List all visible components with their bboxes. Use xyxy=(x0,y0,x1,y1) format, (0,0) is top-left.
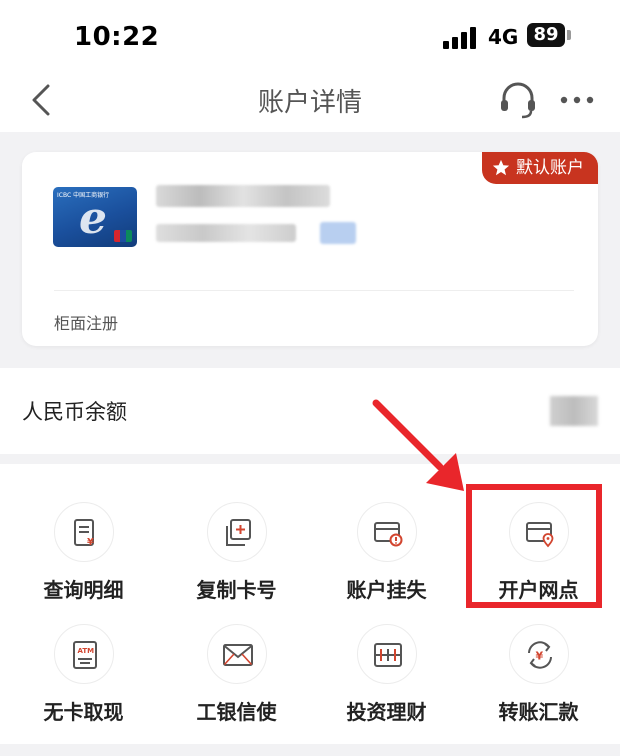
default-account-label: 默认账户 xyxy=(516,158,584,178)
menu-label: 查询明细 xyxy=(43,578,124,602)
menu-item-cardless-withdrawal[interactable]: ATM 无卡取现 xyxy=(6,614,161,734)
svg-text:ATM: ATM xyxy=(77,647,94,655)
svg-text:¥: ¥ xyxy=(535,650,543,663)
investment-icon xyxy=(356,624,417,684)
svg-text:¥: ¥ xyxy=(87,537,94,548)
atm-icon: ATM xyxy=(53,624,114,684)
menu-label: 复制卡号 xyxy=(196,578,277,602)
menu-item-icbc-messenger[interactable]: 工银信使 xyxy=(159,614,314,734)
menu-item-query-detail[interactable]: ¥ 查询明细 xyxy=(6,492,161,612)
unionpay-logo xyxy=(114,230,132,242)
headset-icon[interactable] xyxy=(498,80,538,120)
report-loss-icon xyxy=(356,502,417,562)
masked-card-number xyxy=(156,224,296,242)
status-bar: 10:22 4G 89 xyxy=(0,0,620,70)
signal-icon xyxy=(443,27,476,49)
balance-label: 人民币余额 xyxy=(22,400,127,424)
menu-label: 投资理财 xyxy=(346,700,427,724)
menu-label: 工银信使 xyxy=(196,700,277,724)
messenger-icon xyxy=(206,624,267,684)
menu-item-investment[interactable]: 投资理财 xyxy=(309,614,464,734)
battery-tip xyxy=(567,30,571,40)
bank-card-e-logo: e xyxy=(79,193,107,244)
network-type: 4G xyxy=(488,25,519,49)
nav-bar: 账户详情 xyxy=(0,70,620,132)
transaction-detail-icon: ¥ xyxy=(53,502,114,562)
menu-item-transfer[interactable]: ¥ 转账汇款 xyxy=(461,614,616,734)
default-account-badge: 默认账户 xyxy=(482,152,598,184)
masked-balance-value xyxy=(550,396,598,426)
copy-card-icon xyxy=(206,502,267,562)
battery-level: 89 xyxy=(527,23,565,47)
menu-label: 无卡取现 xyxy=(43,700,124,724)
account-card[interactable]: 默认账户 ICBC 中国工商银行 e 柜面注册 xyxy=(22,152,598,346)
balance-row[interactable]: 人民币余额 xyxy=(0,368,620,454)
transfer-icon: ¥ xyxy=(508,624,569,684)
menu-label: 账户挂失 xyxy=(346,578,427,602)
menu-item-copy-card[interactable]: 复制卡号 xyxy=(159,492,314,612)
register-type: 柜面注册 xyxy=(54,314,119,333)
star-icon xyxy=(492,159,510,176)
status-time: 10:22 xyxy=(74,22,160,52)
menu-item-report-loss[interactable]: 账户挂失 xyxy=(309,492,464,612)
bank-card-image: ICBC 中国工商银行 e xyxy=(53,187,137,247)
masked-account-name xyxy=(156,185,330,207)
annotation-arrow xyxy=(372,399,464,491)
annotation-highlight-box xyxy=(466,484,602,608)
battery-icon: 89 xyxy=(527,23,571,49)
more-icon[interactable] xyxy=(560,96,594,104)
masked-card-tag xyxy=(320,222,356,244)
menu-label: 转账汇款 xyxy=(498,700,579,724)
card-divider xyxy=(54,290,574,291)
